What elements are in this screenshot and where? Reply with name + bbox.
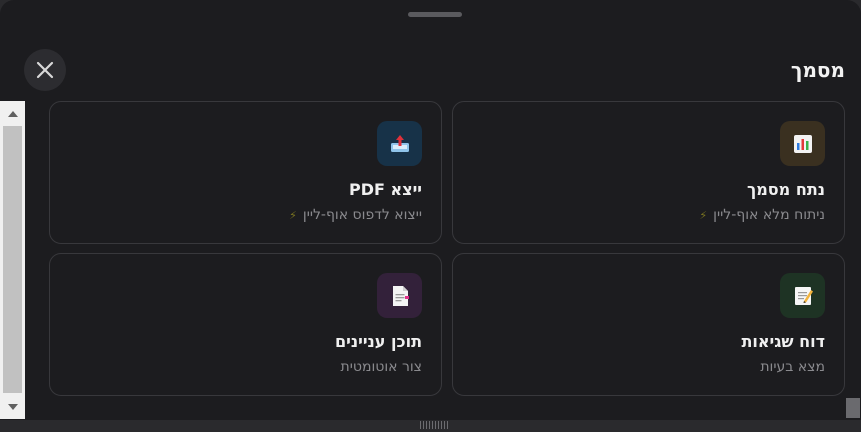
export-pdf-subtitle-text: ייצוא לדפוס אוף-ליין <box>302 207 422 223</box>
table-of-contents-title: תוכן עניינים <box>335 332 422 351</box>
offline-bolt-icon: ⚡ <box>699 208 708 222</box>
page-icon <box>392 285 409 306</box>
export-upload-icon <box>390 134 409 152</box>
analyze-document-icon-box <box>780 121 825 166</box>
analyze-document-subtitle-text: ניתוח מלא אוף-ליין <box>713 207 825 223</box>
analyze-document-title: נתח מסמך <box>746 180 825 199</box>
error-report-subtitle-text: מצא בעיות <box>760 359 825 375</box>
error-report-title: דוח שגיאות <box>741 332 825 351</box>
analyze-document-card[interactable]: נתח מסמך ניתוח מלא אוף-ליין ⚡ <box>452 101 845 244</box>
drag-handle[interactable] <box>408 12 462 17</box>
table-of-contents-card[interactable]: תוכן עניינים צור אוטומטית <box>49 253 442 396</box>
error-report-subtitle: מצא בעיות <box>760 359 825 375</box>
scroll-thumb[interactable] <box>3 126 22 393</box>
vertical-scrollbar[interactable] <box>0 101 25 419</box>
table-of-contents-icon-box <box>377 273 422 318</box>
export-pdf-subtitle: ייצוא לדפוס אוף-ליין ⚡ <box>289 207 422 223</box>
table-of-contents-subtitle: צור אוטומטית <box>341 359 422 375</box>
error-report-card[interactable]: דוח שגיאות מצא בעיות <box>452 253 845 396</box>
offline-bolt-icon: ⚡ <box>289 208 297 222</box>
scroll-down-button[interactable] <box>0 395 25 419</box>
close-button[interactable] <box>24 49 66 91</box>
bar-chart-icon <box>793 134 812 153</box>
export-pdf-card[interactable]: ייצא PDF ייצוא לדפוס אוף-ליין ⚡ <box>49 101 442 244</box>
export-pdf-icon-box <box>377 121 422 166</box>
table-of-contents-subtitle-text: צור אוטומטית <box>340 359 422 375</box>
error-report-icon-box <box>780 273 825 318</box>
memo-icon <box>794 286 813 305</box>
analyze-document-subtitle: ניתוח מלא אוף-ליין ⚡ <box>699 207 825 223</box>
export-pdf-title: ייצא PDF <box>348 180 422 199</box>
scroll-corner <box>846 398 860 418</box>
chevron-down-icon <box>7 403 18 410</box>
bottom-sheet: מסמך ייצא PDF ייצוא לדפוס אוף-ליין ⚡ נתח… <box>0 0 861 420</box>
sheet-title: מסמך <box>790 58 845 82</box>
resize-grip[interactable] <box>420 421 448 429</box>
chevron-up-icon <box>7 110 18 117</box>
scroll-up-button[interactable] <box>0 101 25 125</box>
close-icon <box>36 61 54 79</box>
